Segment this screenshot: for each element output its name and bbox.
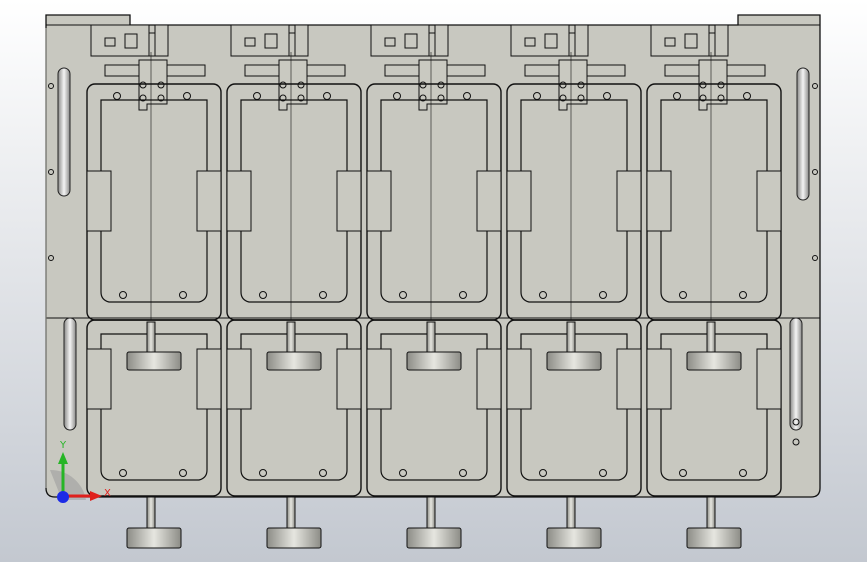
side-clamp-left xyxy=(86,348,112,410)
side-clamp-left xyxy=(646,170,672,232)
bottom-handle-bar xyxy=(126,527,182,549)
side-clamp-right xyxy=(336,348,362,410)
center-locator-tab xyxy=(138,59,168,111)
cad-model-view[interactable]: X Y xyxy=(0,0,867,562)
side-clamp-right xyxy=(196,348,222,410)
side-clamp-right xyxy=(616,170,642,232)
right-lower-slot xyxy=(789,317,803,431)
t-handle-bar xyxy=(126,351,182,371)
t-handle-stem xyxy=(146,321,156,355)
center-locator-tab xyxy=(558,59,588,111)
right-upper-slot xyxy=(796,67,810,201)
y-axis-label: Y xyxy=(59,440,67,451)
side-clamp-right xyxy=(616,348,642,410)
bottom-handle-stem xyxy=(286,496,296,532)
bottom-handle-stem xyxy=(426,496,436,532)
side-clamp-left xyxy=(226,348,252,410)
bottom-handle-stem xyxy=(146,496,156,532)
top-clamp-block xyxy=(510,24,589,57)
t-handle-stem xyxy=(706,321,716,355)
side-clamp-right xyxy=(196,170,222,232)
bottom-handle-bar xyxy=(686,527,742,549)
top-clamp-block xyxy=(650,24,729,57)
top-clamp-block xyxy=(90,24,169,57)
t-handle-bar xyxy=(686,351,742,371)
graphics-viewport[interactable]: X Y xyxy=(0,0,867,562)
side-clamp-left xyxy=(226,170,252,232)
center-locator-tab xyxy=(418,59,448,111)
center-locator-tab xyxy=(278,59,308,111)
left-upper-slot xyxy=(57,67,71,197)
side-clamp-left xyxy=(366,170,392,232)
x-axis-label: X xyxy=(104,488,111,499)
side-clamp-left xyxy=(366,348,392,410)
t-handle-bar xyxy=(546,351,602,371)
bottom-handle-stem xyxy=(566,496,576,532)
t-handle-stem xyxy=(426,321,436,355)
side-clamp-left xyxy=(506,348,532,410)
side-clamp-right xyxy=(476,348,502,410)
top-clamp-block xyxy=(370,24,449,57)
side-clamp-right xyxy=(476,170,502,232)
side-clamp-left xyxy=(506,170,532,232)
side-clamp-right xyxy=(756,170,782,232)
bottom-handle-bar xyxy=(266,527,322,549)
t-handle-stem xyxy=(286,321,296,355)
bottom-handle-bar xyxy=(406,527,462,549)
t-handle-stem xyxy=(566,321,576,355)
t-handle-bar xyxy=(406,351,462,371)
z-axis-dot xyxy=(57,491,69,503)
side-clamp-left xyxy=(646,348,672,410)
bottom-handle-stem xyxy=(706,496,716,532)
bottom-handle-bar xyxy=(546,527,602,549)
top-clamp-block xyxy=(230,24,309,57)
side-clamp-right xyxy=(756,348,782,410)
t-handle-bar xyxy=(266,351,322,371)
side-clamp-left xyxy=(86,170,112,232)
left-lower-slot xyxy=(63,317,77,431)
center-locator-tab xyxy=(698,59,728,111)
side-clamp-right xyxy=(336,170,362,232)
